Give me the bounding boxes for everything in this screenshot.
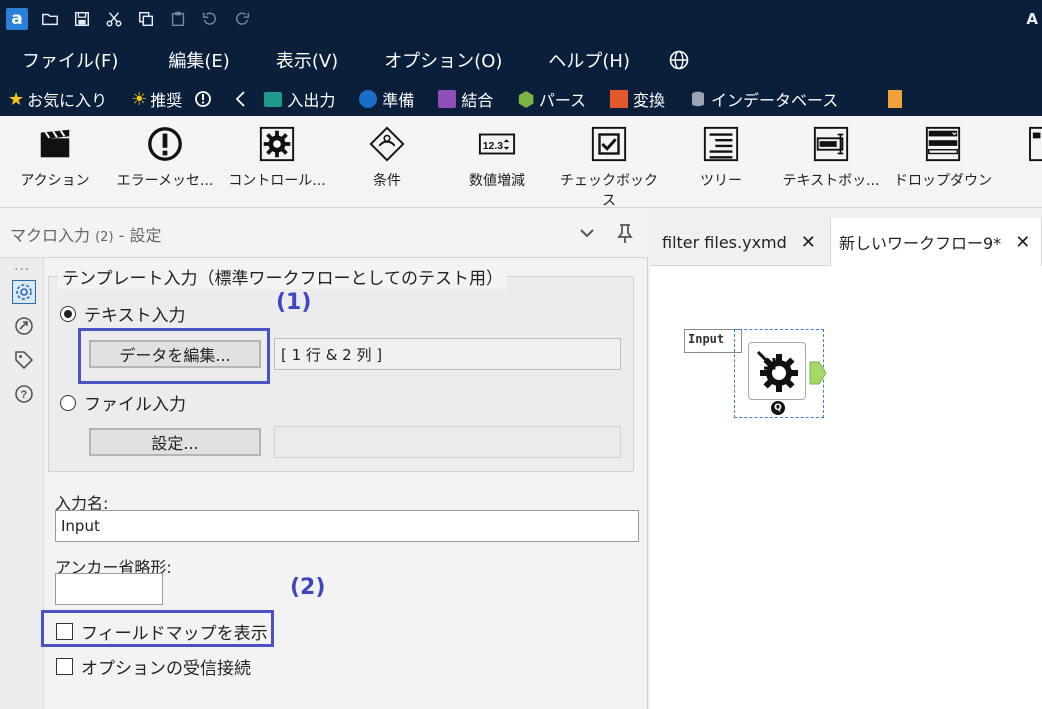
chevron-left-icon[interactable]	[234, 90, 248, 108]
menu-view[interactable]: 表示(V)	[254, 47, 338, 73]
tool-control[interactable]: コントロール...	[222, 124, 332, 190]
menu-edit[interactable]: 編集(E)	[146, 47, 229, 73]
sun-icon: ☀	[131, 88, 148, 110]
app-logo: a	[6, 8, 28, 30]
close-icon[interactable]: ✕	[801, 232, 816, 253]
radio-button-unchecked[interactable]	[60, 394, 76, 411]
menu-help[interactable]: ヘルプ(H)	[526, 47, 630, 73]
circle-icon	[359, 90, 378, 108]
tool-category-bar: ★ お気に入り ☀ 推奨 入出力 準備 結合 ⬢ パース 変換 インデータベース	[0, 82, 1042, 116]
tool-checkbox[interactable]: チェックボックス	[554, 124, 664, 210]
category-transform[interactable]: 変換	[610, 87, 665, 111]
svg-text:?: ?	[21, 389, 28, 401]
dropdown-icon	[923, 124, 963, 164]
clapperboard-icon	[35, 124, 75, 164]
file-path-field	[274, 426, 621, 458]
tab-new-workflow[interactable]: 新しいワークフロー9* ✕	[830, 218, 1042, 266]
settings-gear-icon[interactable]	[12, 280, 36, 304]
tool-partial[interactable]	[1018, 124, 1042, 164]
cut-icon[interactable]	[104, 9, 124, 29]
save-icon[interactable]	[72, 9, 92, 29]
panel-title: マクロ入力 (2) - 設定	[10, 225, 162, 245]
database-icon	[692, 91, 705, 107]
checkbox[interactable]	[56, 623, 73, 640]
tool-condition[interactable]: 条件	[332, 124, 442, 190]
tool-palette: アクション エラーメッセ... コントロール... 条件 12.3 数値増減 チ…	[0, 116, 1042, 210]
folder-open-icon[interactable]	[40, 9, 60, 29]
close-icon[interactable]: ✕	[1015, 232, 1030, 253]
checkbox-icon	[589, 124, 629, 164]
category-favorites[interactable]: ★ お気に入り	[8, 87, 107, 111]
template-input-legend: テンプレート入力（標準ワークフローとしてのテスト用）	[58, 264, 507, 289]
output-anchor[interactable]	[809, 361, 827, 385]
folder-icon	[264, 91, 283, 107]
undo-icon[interactable]	[200, 9, 220, 29]
textbox-icon	[811, 124, 851, 164]
annotation-2: (2)	[290, 575, 326, 600]
paste-icon[interactable]	[168, 9, 188, 29]
workflow-tabs: filter files.yxmd ✕ 新しいワークフロー9* ✕	[650, 210, 1042, 266]
tag-icon[interactable]	[12, 348, 36, 372]
connection-icon[interactable]	[12, 314, 36, 338]
more-dots: ...	[14, 258, 31, 274]
show-field-map-checkbox[interactable]: フィールドマップを表示	[56, 619, 268, 644]
radio-button-checked[interactable]	[60, 305, 76, 322]
tool-numeric-updown[interactable]: 12.3 数値増減	[442, 124, 552, 190]
input-name-field[interactable]: Input	[55, 510, 639, 542]
copy-icon[interactable]	[136, 9, 156, 29]
data-summary-field: [ 1 行 & 2 列 ]	[274, 338, 621, 370]
flag-icon	[610, 90, 629, 108]
tab-filter-files[interactable]: filter files.yxmd ✕	[662, 218, 816, 266]
workflow-canvas[interactable]: filter files.yxmd ✕ 新しいワークフロー9* ✕	[650, 210, 1042, 709]
tool-dropdown[interactable]: ドロップダウン	[888, 124, 998, 190]
numeric-icon-text: 12.3	[483, 141, 504, 152]
globe-icon[interactable]	[668, 49, 690, 71]
tool-action[interactable]: アクション	[0, 124, 110, 190]
numeric-updown-icon: 12.3	[477, 124, 517, 164]
tool-error-message[interactable]: エラーメッセ...	[110, 124, 220, 190]
category-parse[interactable]: ⬢ パース	[517, 87, 586, 111]
annotation-1: (1)	[276, 290, 312, 315]
category-inout[interactable]: 入出力	[264, 87, 335, 111]
file-input-radio[interactable]: ファイル入力	[60, 390, 186, 415]
macro-input-node[interactable]	[748, 342, 806, 400]
optional-connection-checkbox[interactable]: オプションの受信接続	[56, 654, 251, 679]
edit-data-button[interactable]: データを編集...	[89, 340, 261, 368]
settings-button[interactable]: 設定...	[89, 428, 261, 456]
category-indb[interactable]: インデータベース	[689, 87, 838, 111]
panel-header: マクロ入力 (2) - 設定	[0, 210, 648, 258]
category-prep[interactable]: 準備	[359, 87, 414, 111]
condition-diamond-icon	[367, 124, 407, 164]
category-join[interactable]: 結合	[438, 87, 493, 111]
anchor-abbrev-field[interactable]	[55, 573, 163, 605]
category-recommended[interactable]: ☀ 推奨	[131, 87, 182, 111]
window-title: A	[1026, 10, 1038, 28]
chevron-down-icon[interactable]	[576, 222, 598, 244]
help-icon[interactable]: ?	[12, 382, 36, 406]
redo-icon[interactable]	[232, 9, 252, 29]
node-badge: Q	[771, 401, 785, 415]
macro-input-icon	[756, 350, 798, 392]
star-icon: ★	[8, 88, 25, 110]
tree-list-icon	[701, 124, 741, 164]
error-icon	[145, 124, 185, 164]
hexagon-icon: ⬢	[517, 87, 535, 111]
info-icon[interactable]	[194, 90, 212, 108]
text-input-radio[interactable]: テキスト入力	[60, 301, 186, 326]
menu-bar: ファイル(F) 編集(E) 表示(V) オプション(O) ヘルプ(H)	[0, 38, 1042, 82]
tool-partial-icon	[1018, 124, 1042, 164]
pin-icon[interactable]	[614, 222, 636, 244]
checkbox[interactable]	[56, 658, 73, 675]
gear-icon	[257, 124, 297, 164]
square-icon	[438, 90, 457, 108]
document-icon[interactable]	[888, 90, 903, 108]
title-bar: a A	[0, 0, 1042, 38]
menu-options[interactable]: オプション(O)	[362, 47, 502, 73]
menu-file[interactable]: ファイル(F)	[0, 47, 118, 73]
tool-textbox[interactable]: テキストボッ...	[776, 124, 886, 190]
tool-tree[interactable]: ツリー	[666, 124, 776, 190]
